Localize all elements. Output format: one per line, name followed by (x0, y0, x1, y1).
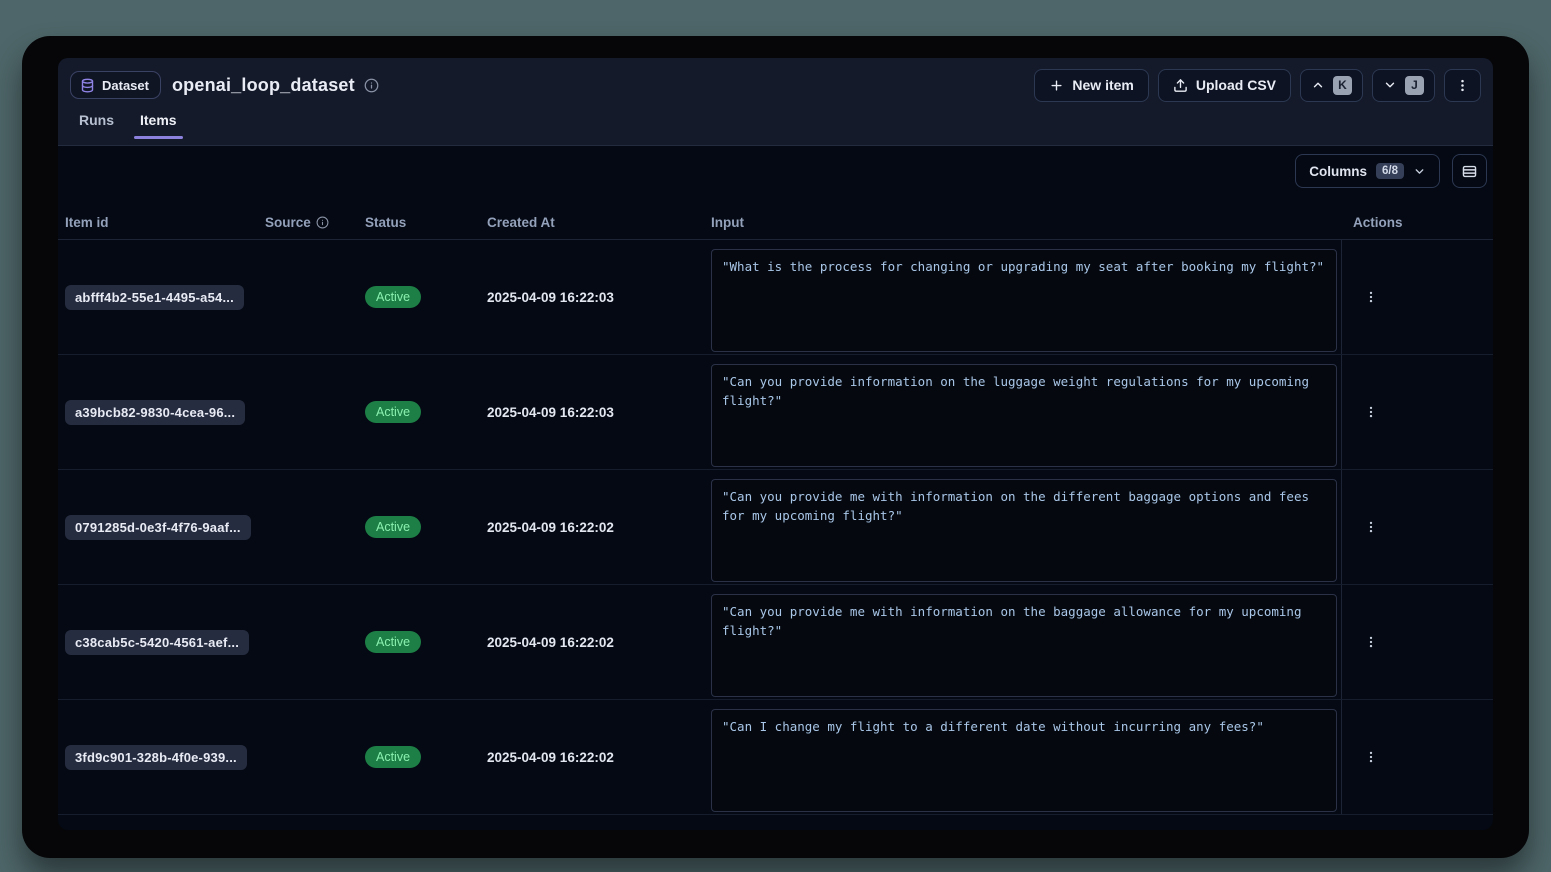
input-preview[interactable]: "Can you provide me with information on … (711, 594, 1337, 697)
table-row[interactable]: a39bcb82-9830-4cea-96... Active 2025-04-… (58, 355, 1493, 470)
table-body: abfff4b2-55e1-4495-a54... Active 2025-04… (58, 240, 1493, 815)
plus-icon (1049, 78, 1064, 93)
source-cell (265, 240, 365, 354)
database-icon (80, 78, 95, 93)
created-at-value: 2025-04-09 16:22:02 (487, 585, 711, 699)
item-id-pill[interactable]: 0791285d-0e3f-4f76-9aaf... (65, 515, 251, 540)
info-icon[interactable] (364, 78, 379, 93)
column-header-actions: Actions (1341, 215, 1486, 230)
more-actions-button[interactable] (1444, 69, 1481, 102)
source-cell (265, 585, 365, 699)
upload-csv-button[interactable]: Upload CSV (1158, 69, 1291, 102)
input-preview[interactable]: "Can you provide me with information on … (711, 479, 1337, 582)
status-badge: Active (365, 516, 421, 538)
table-row[interactable]: abfff4b2-55e1-4495-a54... Active 2025-04… (58, 240, 1493, 355)
columns-dropdown[interactable]: Columns 6/8 (1295, 154, 1440, 188)
dataset-badge: Dataset (70, 71, 161, 99)
table-row[interactable]: 3fd9c901-328b-4f0e-939... Active 2025-04… (58, 700, 1493, 815)
app-panel: Dataset openai_loop_dataset New item (58, 58, 1493, 830)
created-at-value: 2025-04-09 16:22:03 (487, 240, 711, 354)
row-actions-button[interactable] (1357, 282, 1385, 312)
item-id-pill[interactable]: abfff4b2-55e1-4495-a54... (65, 285, 244, 310)
page-title: openai_loop_dataset (172, 75, 355, 96)
input-preview[interactable]: "Can I change my flight to a different d… (711, 709, 1337, 812)
kebab-menu-icon (1364, 405, 1378, 419)
dataset-badge-label: Dataset (102, 78, 149, 93)
status-badge: Active (365, 401, 421, 423)
table: Item id Source Status Created At Input A… (58, 205, 1493, 830)
shortcut-key-k: K (1333, 76, 1352, 95)
input-preview[interactable]: "What is the process for changing or upg… (711, 249, 1337, 352)
column-header-source: Source (265, 215, 365, 230)
kebab-menu-icon (1364, 520, 1378, 534)
toolbar: Columns 6/8 (58, 146, 1493, 188)
input-preview[interactable]: "Can you provide information on the lugg… (711, 364, 1337, 467)
item-id-pill[interactable]: 3fd9c901-328b-4f0e-939... (65, 745, 247, 770)
rows-icon (1461, 163, 1478, 180)
tab-items[interactable]: Items (134, 110, 183, 138)
source-cell (265, 700, 365, 814)
column-header-input: Input (711, 215, 1341, 230)
created-at-value: 2025-04-09 16:22:02 (487, 470, 711, 584)
item-id-pill[interactable]: a39bcb82-9830-4cea-96... (65, 400, 245, 425)
chevron-down-icon (1413, 165, 1426, 178)
tab-runs[interactable]: Runs (73, 110, 120, 138)
kebab-menu-icon (1364, 750, 1378, 764)
prev-item-button[interactable]: K (1300, 69, 1363, 102)
source-cell (265, 470, 365, 584)
header-actions: New item Upload CSV K (1034, 69, 1481, 102)
row-actions-button[interactable] (1357, 742, 1385, 772)
row-actions-button[interactable] (1357, 397, 1385, 427)
info-icon[interactable] (316, 216, 329, 229)
status-badge: Active (365, 746, 421, 768)
table-row[interactable]: 0791285d-0e3f-4f76-9aaf... Active 2025-0… (58, 470, 1493, 585)
columns-count-badge: 6/8 (1376, 163, 1404, 179)
app-header: Dataset openai_loop_dataset New item (58, 58, 1493, 146)
item-id-pill[interactable]: c38cab5c-5420-4561-aef... (65, 630, 249, 655)
kebab-menu-icon (1455, 78, 1470, 93)
table-header: Item id Source Status Created At Input A… (58, 205, 1493, 240)
column-header-created-at: Created At (487, 215, 711, 230)
row-height-button[interactable] (1452, 154, 1487, 188)
row-actions-button[interactable] (1357, 512, 1385, 542)
created-at-value: 2025-04-09 16:22:03 (487, 355, 711, 469)
created-at-value: 2025-04-09 16:22:02 (487, 700, 711, 814)
shortcut-key-j: J (1405, 76, 1424, 95)
table-row[interactable]: c38cab5c-5420-4561-aef... Active 2025-04… (58, 585, 1493, 700)
upload-csv-label: Upload CSV (1196, 77, 1276, 93)
next-item-button[interactable]: J (1372, 69, 1435, 102)
upload-icon (1173, 78, 1188, 93)
status-badge: Active (365, 631, 421, 653)
app-window: Dataset openai_loop_dataset New item (22, 36, 1529, 858)
chevron-down-icon (1383, 78, 1397, 92)
status-badge: Active (365, 286, 421, 308)
row-actions-button[interactable] (1357, 627, 1385, 657)
source-cell (265, 355, 365, 469)
tabs: Runs Items (73, 110, 1481, 138)
new-item-button[interactable]: New item (1034, 69, 1148, 102)
new-item-label: New item (1072, 77, 1133, 93)
column-header-item-id: Item id (65, 215, 265, 230)
columns-label: Columns (1309, 164, 1367, 179)
kebab-menu-icon (1364, 635, 1378, 649)
column-header-status: Status (365, 215, 487, 230)
chevron-up-icon (1311, 78, 1325, 92)
kebab-menu-icon (1364, 290, 1378, 304)
